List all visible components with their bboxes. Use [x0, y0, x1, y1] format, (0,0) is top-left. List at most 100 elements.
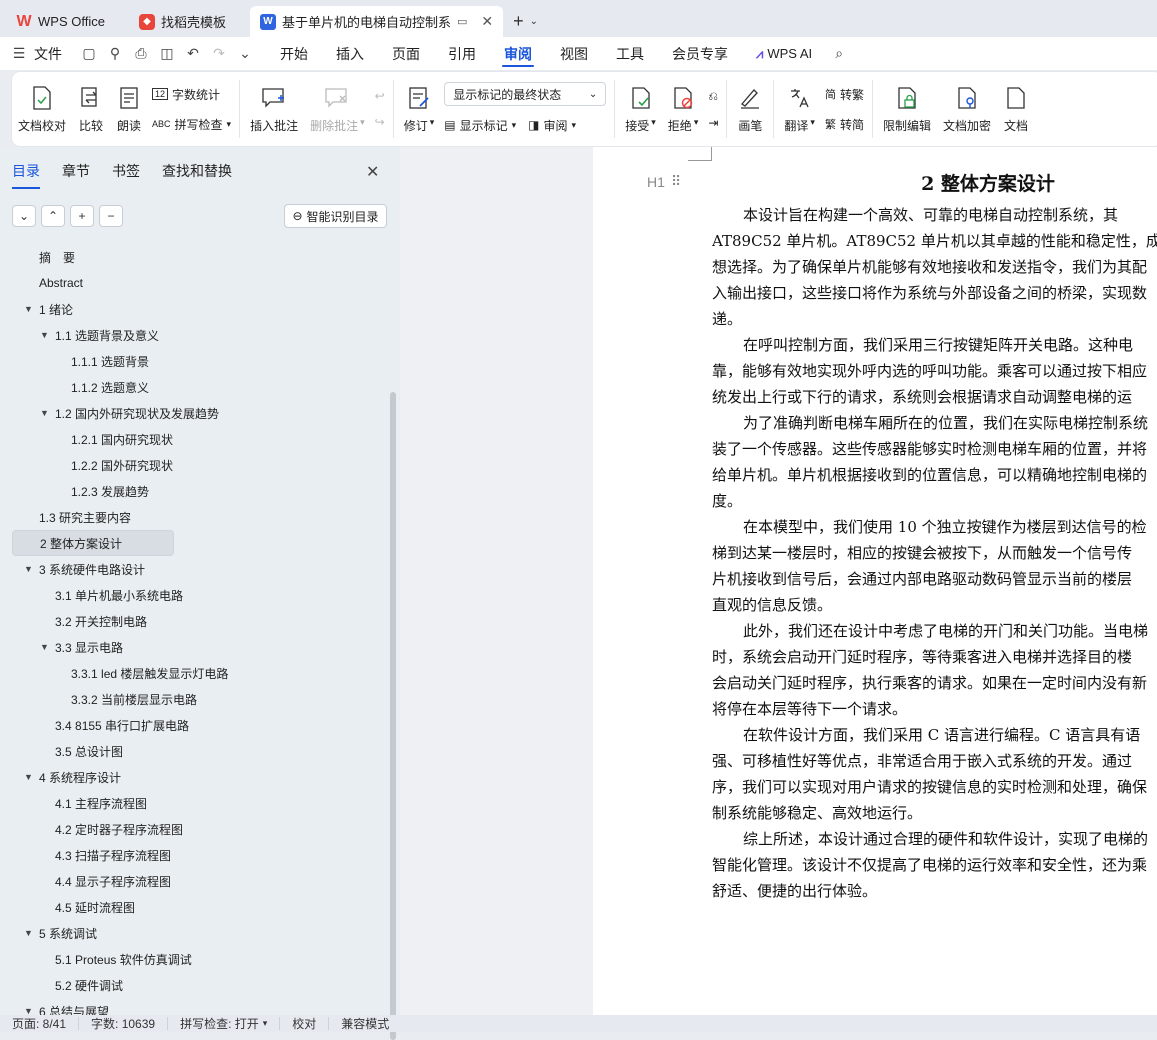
close-pane-icon[interactable]: ✕	[366, 162, 379, 182]
monitor-icon[interactable]: ▭	[457, 15, 467, 28]
toc-item[interactable]: ▼ 5 系统调试	[12, 920, 387, 946]
print-icon[interactable]: ⎙	[128, 37, 154, 70]
add-heading-button[interactable]: +	[70, 205, 94, 227]
tab-docer[interactable]: ◆ 找稻壳模板	[129, 6, 236, 37]
tab-toc[interactable]: 目录	[12, 161, 40, 189]
search-icon[interactable]: ⌕	[826, 37, 852, 70]
doc-more-button[interactable]: 文档	[997, 77, 1035, 141]
spell-check-button[interactable]: ABC 拼写检查 ▾	[152, 113, 231, 135]
toc-item[interactable]: 1.3 研究主要内容	[12, 504, 387, 530]
toc-item[interactable]: ▼ 1.1 选题背景及意义	[12, 322, 387, 348]
expand-toggle-icon[interactable]: ▼	[24, 772, 33, 782]
smart-toc-button[interactable]: ⊖ 智能识别目录	[284, 204, 387, 228]
collapse-button[interactable]: ⌄	[12, 205, 36, 227]
proofread-indicator[interactable]: 校对	[280, 1017, 330, 1031]
toc-item[interactable]: 1.2.3 发展趋势	[12, 478, 387, 504]
previous-change-icon[interactable]: ⎌	[708, 89, 718, 104]
toc-item[interactable]: 2 整体方案设计	[12, 530, 174, 556]
markup-state-select[interactable]: 显示标记的最终状态 ⌄	[444, 82, 607, 106]
toc-item[interactable]: 3.1 单片机最小系统电路	[12, 582, 387, 608]
track-changes-button[interactable]: 修订 ▾	[398, 77, 441, 141]
toc-item[interactable]: ▼ 3.3 显示电路	[12, 634, 387, 660]
expand-toggle-icon[interactable]: ▼	[40, 408, 49, 418]
menu-icon[interactable]: ☰	[6, 37, 32, 70]
expand-toggle-icon[interactable]: ▼	[24, 564, 33, 574]
tab-document[interactable]: W 基于单片机的电梯自动控制系 ▭ ✕	[249, 6, 504, 37]
menu-insert[interactable]: 插入	[322, 37, 378, 70]
close-tab-icon[interactable]: ✕	[481, 13, 493, 30]
tab-chapters[interactable]: 章节	[62, 161, 90, 189]
menu-tools[interactable]: 工具	[602, 37, 658, 70]
ink-button[interactable]: 画笔	[731, 77, 769, 141]
menu-file[interactable]: 文件	[32, 37, 76, 70]
share-icon[interactable]: ⚲	[102, 37, 128, 70]
document-page[interactable]: H1 ⠿ 2 整体方案设计 本设计旨在构建一个高效、可靠的电梯自动控制系统，其 A…	[593, 147, 1157, 1015]
toc-item[interactable]: ▼ 1.2 国内外研究现状及发展趋势	[12, 400, 387, 426]
drag-handle-icon[interactable]: ⠿	[671, 173, 681, 190]
toc-item[interactable]: 1.1.2 选题意义	[12, 374, 387, 400]
toc-item[interactable]: 3.4 8155 串行口扩展电路	[12, 712, 387, 738]
next-change-icon[interactable]: ⇥	[708, 116, 718, 130]
toc-item[interactable]: 4.5 延时流程图	[12, 894, 387, 920]
toc-item[interactable]: 4.1 主程序流程图	[12, 790, 387, 816]
toc-item[interactable]: 5.2 硬件调试	[12, 972, 387, 998]
undo-icon[interactable]: ↶	[180, 37, 206, 70]
print-preview-icon[interactable]: ◫	[154, 37, 180, 70]
toc-scrollbar[interactable]	[390, 392, 396, 1040]
menu-reference[interactable]: 引用	[434, 37, 490, 70]
toc-item[interactable]: 摘 要	[12, 244, 387, 270]
expand-toggle-icon[interactable]: ▼	[24, 928, 33, 938]
expand-toggle-icon[interactable]: ▼	[24, 304, 33, 314]
translate-button[interactable]: 翻译 ▾	[778, 77, 821, 141]
toc-item[interactable]: 3.3.2 当前楼层显示电路	[12, 686, 387, 712]
to-traditional-button[interactable]: 简 转繁	[825, 83, 864, 105]
menu-home[interactable]: 开始	[266, 37, 322, 70]
toc-item[interactable]: 4.3 扫描子程序流程图	[12, 842, 387, 868]
reject-button[interactable]: 拒绝 ▾	[662, 77, 705, 141]
insert-comment-button[interactable]: 插入批注	[244, 77, 304, 141]
toc-item[interactable]: 3.3.1 led 楼层触发显示灯电路	[12, 660, 387, 686]
show-markup-button[interactable]: ▤ 显示标记 ▾	[444, 114, 516, 136]
toc-item[interactable]: Abstract	[12, 270, 387, 296]
toc-item[interactable]: 4.4 显示子程序流程图	[12, 868, 387, 894]
menu-page[interactable]: 页面	[378, 37, 434, 70]
menu-member[interactable]: 会员专享	[658, 37, 742, 70]
restrict-edit-button[interactable]: 限制编辑	[877, 77, 937, 141]
quick-access-more-icon[interactable]: ⌄	[232, 37, 258, 70]
redo-icon[interactable]: ↷	[206, 37, 232, 70]
previous-comment-icon[interactable]: ↩	[375, 89, 385, 103]
toc-item[interactable]: 3.5 总设计图	[12, 738, 387, 764]
expand-toggle-icon[interactable]: ▼	[40, 330, 49, 340]
toc-item[interactable]: 1.2.1 国内研究现状	[12, 426, 387, 452]
encrypt-button[interactable]: 文档加密	[937, 77, 997, 141]
expand-toggle-icon[interactable]: ▼	[40, 642, 49, 652]
review-pane-button[interactable]: ◨ 审阅 ▾	[528, 114, 576, 136]
word-count-button[interactable]: 12 字数统计	[152, 83, 231, 105]
wps-ai-button[interactable]: ⩘ WPS AI	[742, 37, 826, 70]
to-simplified-button[interactable]: 繁 转简	[825, 113, 864, 135]
toc-item[interactable]: ▼ 3 系统硬件电路设计	[12, 556, 387, 582]
word-count-indicator[interactable]: 字数: 10639	[79, 1017, 169, 1031]
read-aloud-button[interactable]: 朗读	[110, 77, 148, 141]
remove-heading-button[interactable]: −	[99, 205, 123, 227]
toc-item[interactable]: 1.1.1 选题背景	[12, 348, 387, 374]
toc-item[interactable]: ▼ 1 绪论	[12, 296, 387, 322]
accept-button[interactable]: 接受 ▾	[619, 77, 662, 141]
document-body[interactable]: 本设计旨在构建一个高效、可靠的电梯自动控制系统，其 AT89C52 单片机。AT8…	[712, 202, 1157, 904]
toc-item[interactable]: 1.2.2 国外研究现状	[12, 452, 387, 478]
tab-bookmarks[interactable]: 书签	[112, 161, 140, 189]
spell-check-indicator[interactable]: 拼写检查: 打开 ▾	[168, 1017, 281, 1031]
doc-check-button[interactable]: 文档校对	[12, 77, 72, 141]
page-indicator[interactable]: 页面: 8/41	[0, 1017, 80, 1031]
toc-item[interactable]: 5.1 Proteus 软件仿真调试	[12, 946, 387, 972]
tab-wps-office[interactable]: W WPS Office	[6, 6, 115, 37]
expand-up-button[interactable]: ⌃	[41, 205, 65, 227]
toc-item[interactable]: 4.2 定时器子程序流程图	[12, 816, 387, 842]
toc-item[interactable]: ▼ 4 系统程序设计	[12, 764, 387, 790]
next-comment-icon[interactable]: ↪	[375, 115, 385, 129]
new-tab-button[interactable]: + ⌄	[513, 6, 538, 37]
toc-item[interactable]: 3.2 开关控制电路	[12, 608, 387, 634]
menu-review[interactable]: 审阅	[490, 37, 546, 70]
save-icon[interactable]: ▢	[76, 37, 102, 70]
delete-comment-button[interactable]: 删除批注 ▾	[304, 77, 371, 141]
